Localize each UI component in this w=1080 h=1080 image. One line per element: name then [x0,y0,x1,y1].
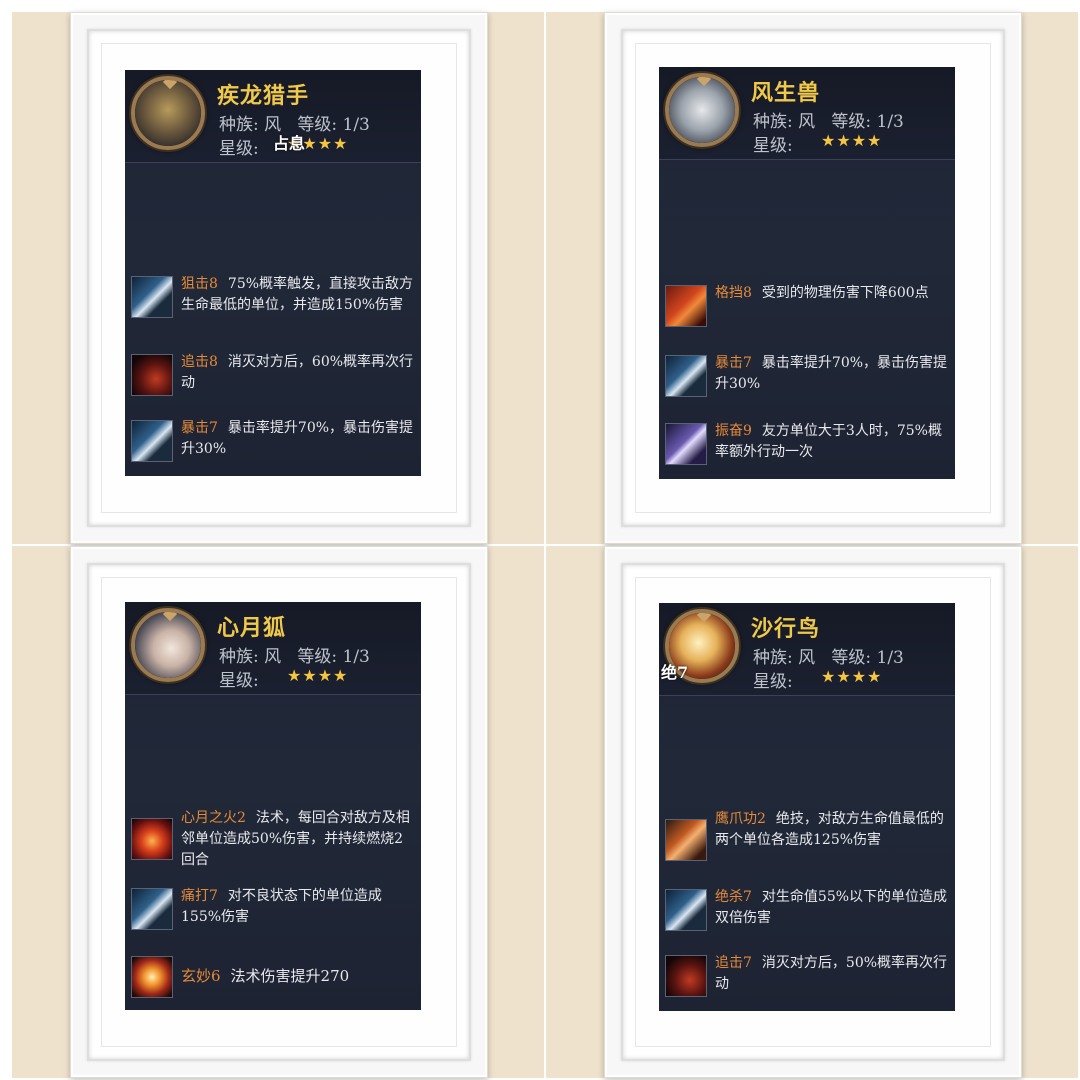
pet-name: 心月狐 [217,615,287,641]
skill-desc: 法术伤害提升270 [230,967,350,985]
card-header: 心月狐 种族: 风 等级: 1/3 星级: ★★★★ [125,602,421,695]
star-rating: ★★★★ [821,667,883,686]
sword-icon [665,355,707,397]
pet-avatar [131,608,205,682]
star-rating: ★★★★ [287,666,349,685]
overlay-text: 占息 [273,134,306,153]
star-label: 星级: [219,671,259,691]
skill-name: 心月之火2 [181,810,246,826]
skill-item[interactable]: 玄妙6 法术伤害提升270 [131,954,415,1000]
skill-name: 鹰爪功2 [715,811,766,827]
level-value: 1/3 [342,115,370,135]
star-label: 星级: [753,136,793,156]
skill-name: 暴击7 [181,420,218,436]
pet-card: 沙行鸟 种族: 风 等级: 1/3 星级: ★★★★ 绝7 鹰爪功2 绝技，对敌方… [659,603,955,1011]
race-label: 种族: [219,647,259,667]
photo-panel-3: 心月狐 种族: 风 等级: 1/3 星级: ★★★★ 心月之火2 法术，每回合对敌… [12,546,544,1078]
skill-desc: 受到的物理伤害下降600点 [761,285,929,301]
level-label: 等级: [831,112,872,132]
overlay-text: 绝7 [661,663,689,682]
skill-item[interactable]: 暴击7 暴击率提升70%，暴击伤害提升30% [131,418,415,464]
chase-icon [131,354,173,396]
race-value: 风 [798,112,816,132]
shield-icon [665,285,707,327]
pet-card: 风生兽 种族: 风 等级: 1/3 星级: ★★★★ 格挡8 受到的物理伤害下降6… [659,67,955,479]
level-value: 1/3 [876,648,904,668]
race-level-row: 种族: 风 等级: 1/3 [753,643,904,668]
star-rating: ★★★★ [821,131,883,150]
race-label: 种族: [219,115,259,135]
skill-item[interactable]: 振奋9 友方单位大于3人时，75%概率额外行动一次 [665,421,949,467]
photo-panel-4: 沙行鸟 种族: 风 等级: 1/3 星级: ★★★★ 绝7 鹰爪功2 绝技，对敌方… [546,546,1078,1078]
skill-name: 追击7 [715,955,752,971]
skill-name: 玄妙6 [181,967,221,985]
pet-card: 疾龙猎手 种族: 风 等级: 1/3 星级: ★★★★ 占息 狙击8 75%概率触… [125,70,421,476]
card-header: 沙行鸟 种族: 风 等级: 1/3 星级: ★★★★ 绝7 [659,603,955,696]
chase-icon [665,955,707,997]
skill-name: 痛打7 [181,888,218,904]
level-label: 等级: [297,647,338,667]
skill-name: 格挡8 [715,285,752,301]
skill-name: 追击8 [181,354,218,370]
skill-name: 狙击8 [181,276,218,292]
skill-item[interactable]: 痛打7 对不良状态下的单位造成155%伤害 [131,886,415,932]
card-header: 风生兽 种族: 风 等级: 1/3 星级: ★★★★ [659,67,955,160]
skill-item[interactable]: 绝杀7 对生命值55%以下的单位造成双倍伤害 [665,887,949,933]
race-value: 风 [798,648,816,668]
fire-icon [131,818,173,860]
level-label: 等级: [831,648,872,668]
claw-icon [665,819,707,861]
pet-name: 风生兽 [751,80,821,106]
sword-icon [665,889,707,931]
pet-avatar [665,73,739,147]
race-value: 风 [264,647,282,667]
race-level-row: 种族: 风 等级: 1/3 [753,107,904,132]
skill-item[interactable]: 格挡8 受到的物理伤害下降600点 [665,283,949,329]
sword-icon [131,888,173,930]
skill-item[interactable]: 追击8 消灭对方后，60%概率再次行动 [131,352,415,398]
star-label: 星级: [219,139,259,159]
card-header: 疾龙猎手 种族: 风 等级: 1/3 星级: ★★★★ 占息 [125,70,421,163]
level-value: 1/3 [342,647,370,667]
skill-item[interactable]: 鹰爪功2 绝技，对敌方生命值最低的两个单位各造成125%伤害 [665,809,949,875]
skill-item[interactable]: 暴击7 暴击率提升70%，暴击伤害提升30% [665,353,949,399]
level-value: 1/3 [876,112,904,132]
spark-icon [665,423,707,465]
photo-panel-1: 疾龙猎手 种族: 风 等级: 1/3 星级: ★★★★ 占息 狙击8 75%概率触… [12,12,544,544]
skill-name: 暴击7 [715,355,752,371]
skill-item[interactable]: 追击7 消灭对方后，50%概率再次行动 [665,953,949,999]
race-level-row: 种族: 风 等级: 1/3 [219,642,370,667]
race-label: 种族: [753,112,793,132]
skill-name: 绝杀7 [715,889,752,905]
star-label: 星级: [753,672,793,692]
skill-item[interactable]: 狙击8 75%概率触发，直接攻击敌方生命最低的单位，并造成150%伤害 [131,274,415,340]
pet-name: 疾龙猎手 [217,83,310,109]
pet-avatar [131,76,205,150]
sword-icon [131,420,173,462]
photo-panel-2: 风生兽 种族: 风 等级: 1/3 星级: ★★★★ 格挡8 受到的物理伤害下降6… [546,12,1078,544]
pet-card: 心月狐 种族: 风 等级: 1/3 星级: ★★★★ 心月之火2 法术，每回合对敌… [125,602,421,1010]
skill-item[interactable]: 心月之火2 法术，每回合对敌方及相邻单位造成50%伤害，并持续燃烧2回合 [131,808,415,874]
pet-name: 沙行鸟 [751,616,821,642]
race-label: 种族: [753,648,793,668]
burst-icon [131,956,173,998]
sword-icon [131,276,173,318]
skill-name: 振奋9 [715,423,752,439]
